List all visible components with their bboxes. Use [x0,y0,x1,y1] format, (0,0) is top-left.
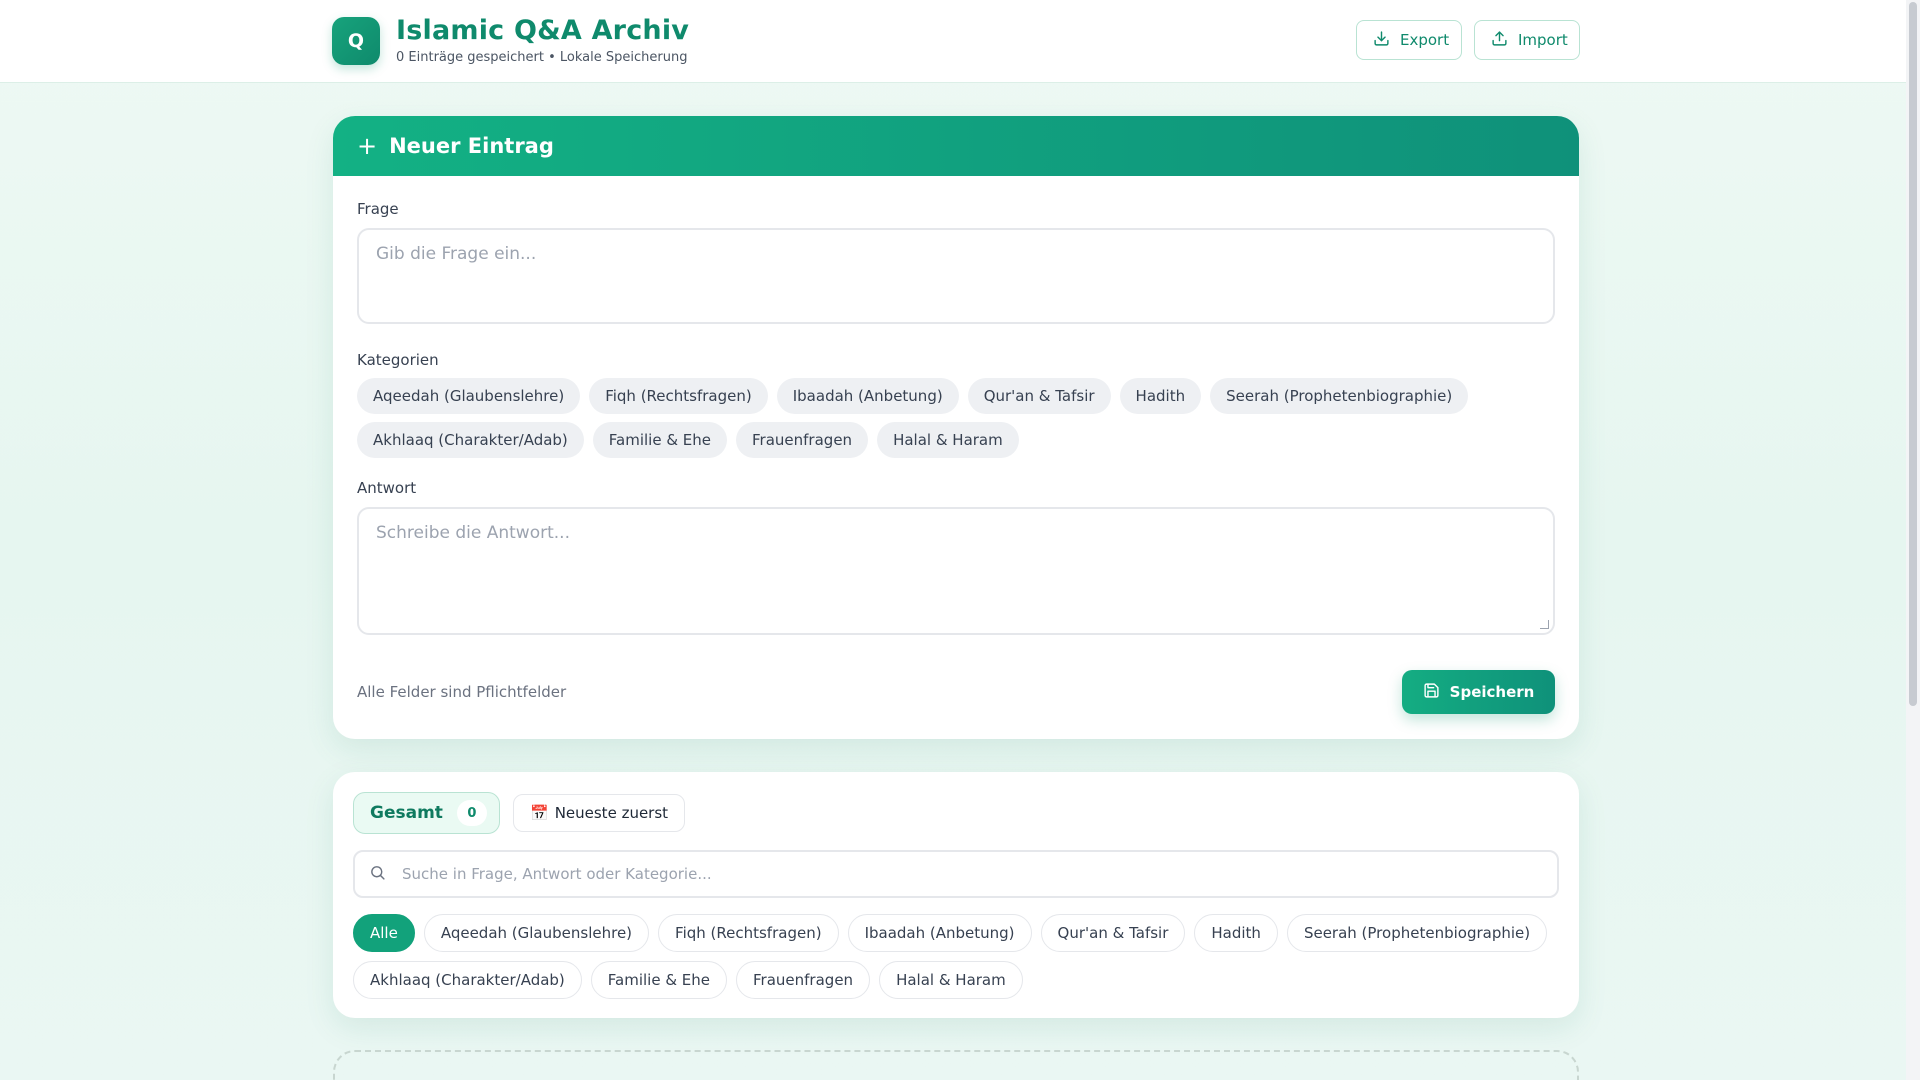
new-entry-title: Neuer Eintrag [389,134,554,158]
filter-card: Gesamt 0 📅 Neueste zuerst AlleAqeedah (G… [333,772,1579,1018]
search-input[interactable] [400,864,1524,884]
export-label: Export [1400,31,1450,49]
category-chip[interactable]: Familie & Ehe [592,422,728,458]
total-counter: Gesamt 0 [353,792,500,834]
sort-label: Neueste zuerst [554,804,669,822]
category-chip[interactable]: Qur'an & Tafsir [967,378,1111,414]
required-note: Alle Felder sind Pflichtfelder [357,683,567,701]
filter-chip[interactable]: Aqeedah (Glaubenslehre) [423,914,650,952]
answer-textarea[interactable]: Schreibe die Antwort... [357,507,1555,635]
export-button[interactable]: Export [1356,20,1462,60]
app-header: Q Islamic Q&A Archiv 0 Einträge gespeich… [0,0,1906,83]
category-chip[interactable]: Seerah (Prophetenbiographie) [1210,378,1469,414]
filter-chip-all[interactable]: Alle [353,914,415,952]
category-chip-list: Aqeedah (Glaubenslehre) Fiqh (Rechtsfrage… [357,378,1557,458]
filter-chip-list: Alle Aqeedah (Glaubenslehre) Fiqh (Rechtsf… [353,914,1563,999]
new-entry-card: + Neuer Eintrag Frage Gib die Frage ein.… [333,116,1579,739]
filter-chip[interactable]: Qur'an & Tafsir [1040,914,1186,952]
resize-handle-icon[interactable] [1540,620,1549,629]
filter-chip[interactable]: Familie & Ehe [590,961,728,999]
calendar-icon: 📅 [530,804,549,822]
answer-placeholder: Schreibe die Antwort... [376,523,570,543]
answer-label: Antwort [357,479,417,497]
plus-icon: + [357,132,378,160]
app-subtitle: 0 Einträge gespeichert • Lokale Speicher… [396,50,688,65]
category-chip[interactable]: Ibaadah (Anbetung) [776,378,959,414]
category-chip[interactable]: Hadith [1119,378,1202,414]
question-placeholder: Gib die Frage ein... [376,244,537,264]
total-label: Gesamt [370,803,443,823]
category-chip[interactable]: Fiqh (Rechtsfragen) [589,378,768,414]
search-field[interactable] [353,850,1559,898]
filter-chip[interactable]: Ibaadah (Anbetung) [847,914,1032,952]
app-title: Islamic Q&A Archiv [396,15,690,46]
filter-chip[interactable]: Seerah (Prophetenbiographie) [1286,914,1548,952]
upload-icon [1491,30,1508,51]
filter-chip[interactable]: Frauenfragen [736,961,871,999]
categories-label: Kategorien [357,351,439,369]
import-label: Import [1518,31,1568,49]
new-entry-header: + Neuer Eintrag [333,116,1579,176]
category-chip[interactable]: Aqeedah (Glaubenslehre) [357,378,581,414]
sort-button[interactable]: 📅 Neueste zuerst [513,794,686,832]
save-button[interactable]: Speichern [1402,670,1555,714]
filter-chip[interactable]: Halal & Haram [879,961,1023,999]
total-count-badge: 0 [456,800,487,826]
app-logo: Q [332,17,380,65]
question-textarea[interactable]: Gib die Frage ein... [357,228,1555,324]
category-chip[interactable]: Akhlaaq (Charakter/Adab) [357,422,584,458]
category-chip[interactable]: Halal & Haram [877,422,1019,458]
filter-chip[interactable]: Fiqh (Rechtsfragen) [658,914,839,952]
page-scrollbar[interactable] [1906,0,1920,1080]
filter-chip[interactable]: Akhlaaq (Charakter/Adab) [353,961,582,999]
search-icon [369,864,386,885]
import-button[interactable]: Import [1474,20,1580,60]
filter-chip[interactable]: Hadith [1194,914,1278,952]
question-label: Frage [357,200,399,218]
download-icon [1373,30,1390,51]
entries-empty-state [333,1050,1579,1080]
category-chip[interactable]: Frauenfragen [736,422,869,458]
save-icon [1423,682,1440,703]
save-label: Speichern [1449,683,1535,701]
scrollbar-thumb[interactable] [1909,2,1917,706]
